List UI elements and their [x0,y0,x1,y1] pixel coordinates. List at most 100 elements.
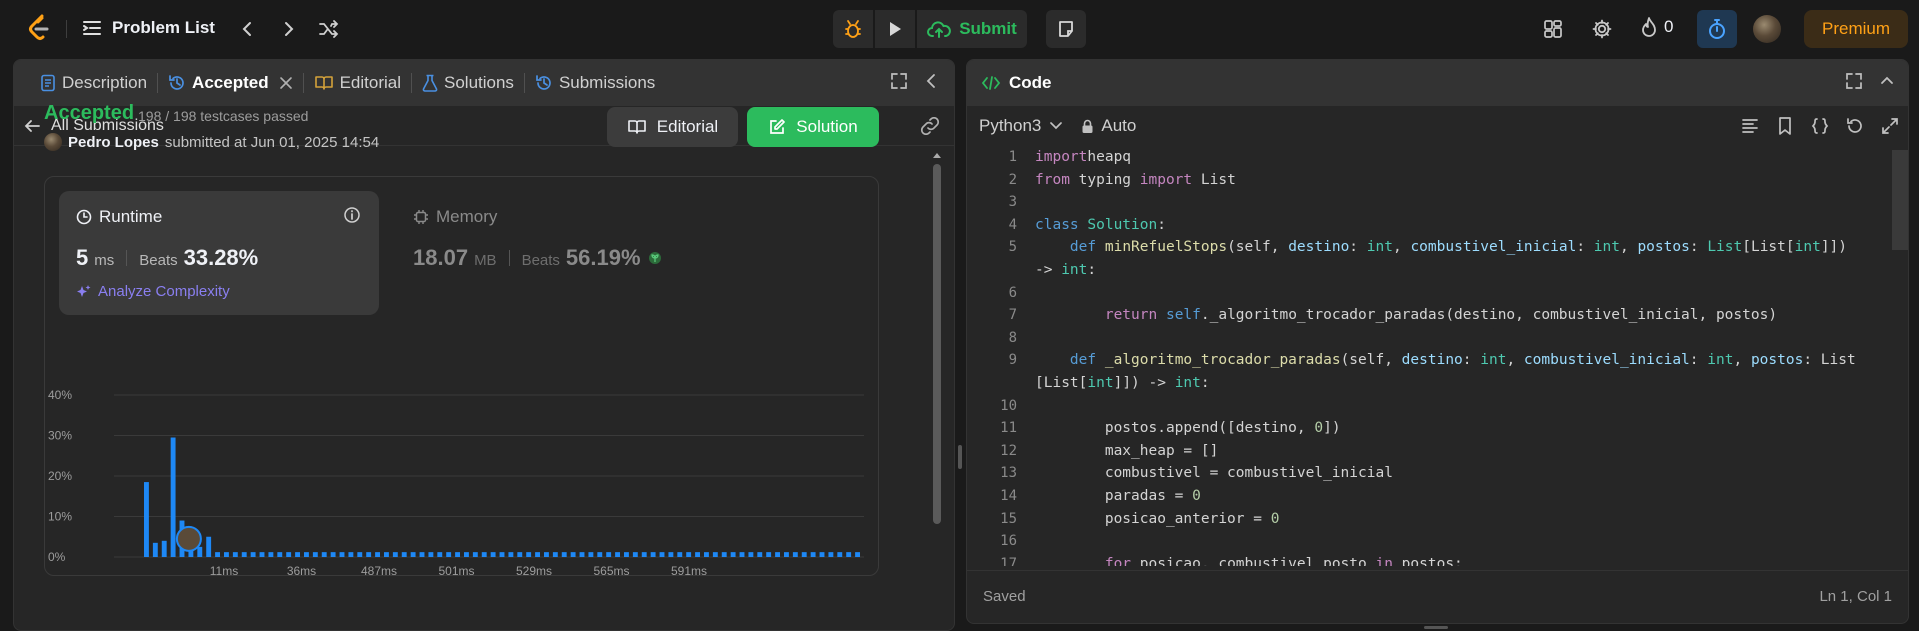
chart-bar[interactable] [401,552,407,557]
solution-button[interactable]: Solution [747,107,879,147]
code-line[interactable]: return self._algoritmo_trocador_paradas(… [1035,304,1885,327]
language-select[interactable]: Python3 [979,116,1063,136]
left-scrollbar[interactable] [931,148,941,572]
chart-bar[interactable] [837,552,843,557]
chart-bar[interactable] [375,552,380,557]
leetcode-logo[interactable] [26,14,52,44]
streak-counter[interactable]: 0 [1640,16,1673,38]
chart-bar[interactable] [588,552,594,557]
chart-bar[interactable] [535,552,540,557]
chart-bar[interactable] [144,482,149,557]
chart-bar[interactable] [695,552,700,557]
tab-code[interactable]: Code [981,60,1052,106]
info-icon[interactable] [343,206,361,224]
chart-bar[interactable] [357,552,363,557]
code-line[interactable]: importheapq [1035,146,1885,169]
chart-bar[interactable] [259,552,265,557]
bookmark-icon[interactable] [1775,116,1795,136]
chart-bar[interactable] [366,552,372,557]
chart-bar[interactable] [650,552,656,557]
close-icon[interactable] [279,76,293,90]
chart-bar[interactable] [775,552,780,557]
chart-bar[interactable] [472,552,478,557]
chart-bar[interactable] [392,552,398,557]
chart-bar[interactable] [730,552,736,557]
chart-bar[interactable] [739,552,745,557]
chart-bar[interactable] [232,552,238,557]
chart-bar[interactable] [312,552,318,557]
code-line[interactable]: paradas = 0 [1035,485,1885,508]
code-line[interactable]: max_heap = [] [1035,440,1885,463]
chart-bar[interactable] [801,552,807,557]
chart-bar[interactable] [810,552,816,557]
next-problem-button[interactable] [276,16,302,42]
maximize-icon[interactable] [1845,72,1863,90]
timer-button[interactable] [1697,10,1737,48]
chart-bar[interactable] [499,552,505,557]
code-line[interactable]: posicao_anterior = 0 [1035,508,1885,531]
panel-resize-handle[interactable] [958,445,962,469]
your-submission-marker[interactable] [175,525,202,552]
chart-bar[interactable] [766,552,772,557]
chevron-up-icon[interactable] [1879,72,1895,90]
chart-bar[interactable] [606,552,612,557]
code-editor[interactable]: 1 2 3 4 5 6 7 8 9 10 11 12 13 14 15 16 17 importheapq fro… [967,146,1908,566]
code-line[interactable] [1035,282,1885,305]
submit-button[interactable]: Submit [917,10,1027,48]
chart-bar[interactable] [286,552,292,557]
chart-bar[interactable] [295,552,300,557]
chart-bar[interactable] [437,552,443,557]
chart-bar[interactable] [659,552,665,557]
chart-bar[interactable] [428,552,434,557]
chart-bar[interactable] [277,552,283,557]
chart-bar[interactable] [224,552,229,557]
code-line[interactable]: postos.append([destino, 0]) [1035,417,1885,440]
link-icon[interactable] [920,117,940,135]
chart-bar[interactable] [561,552,567,557]
chart-bar[interactable] [348,552,354,557]
chart-bar[interactable] [384,552,389,557]
random-problem-button[interactable] [316,16,342,42]
chart-bar[interactable] [641,552,647,557]
code-line[interactable]: def _algoritmo_trocador_paradas(self, de… [1035,349,1885,372]
braces-icon[interactable] [1810,116,1830,136]
chart-bar[interactable] [686,552,692,557]
chart-bar[interactable] [721,552,727,557]
chart-bar[interactable] [624,552,629,557]
chart-bar[interactable] [410,552,416,557]
runtime-distribution-chart[interactable]: 40% 30% 20% 10% 0% 11ms 36ms 487ms 501ms 529ms 565… [44,330,879,580]
chart-bar[interactable] [152,542,158,557]
reset-icon[interactable] [1845,116,1865,136]
tab-editorial[interactable]: Editorial [304,60,411,106]
submitter-name[interactable]: Pedro Lopes [68,134,159,151]
chart-bar[interactable] [241,552,247,557]
chart-bar[interactable] [828,552,834,557]
tab-accepted[interactable]: Accepted [158,60,303,106]
chart-bar[interactable] [579,552,585,557]
chart-bar[interactable] [526,552,532,557]
user-avatar[interactable] [1753,15,1781,43]
chart-bar[interactable] [339,552,345,557]
chart-bar[interactable] [570,552,576,557]
chart-bar[interactable] [668,552,674,557]
bottom-resize-handle[interactable] [1424,626,1448,629]
chart-bar[interactable] [712,552,718,557]
code-line[interactable] [1035,530,1885,553]
premium-button[interactable]: Premium [1804,10,1908,48]
chart-bar[interactable] [846,552,852,557]
chart-bar[interactable] [161,540,167,557]
debug-button[interactable] [833,10,873,48]
prev-problem-button[interactable] [234,16,260,42]
chart-bar[interactable] [597,552,603,557]
code-line[interactable]: for posicao, combustivel_posto in postos… [1035,553,1885,566]
format-icon[interactable] [1740,116,1760,136]
tab-description[interactable]: Description [30,60,157,106]
editorial-button[interactable]: Editorial [607,107,738,147]
chart-bar[interactable] [419,552,425,557]
tab-submissions[interactable]: Submissions [525,60,665,106]
left-scrollbar-thumb[interactable] [933,164,941,524]
chevron-left-icon[interactable] [924,72,938,90]
chart-bar[interactable] [508,552,514,557]
code-line[interactable]: from typing import List [1035,169,1885,192]
chart-bar[interactable] [704,552,709,557]
